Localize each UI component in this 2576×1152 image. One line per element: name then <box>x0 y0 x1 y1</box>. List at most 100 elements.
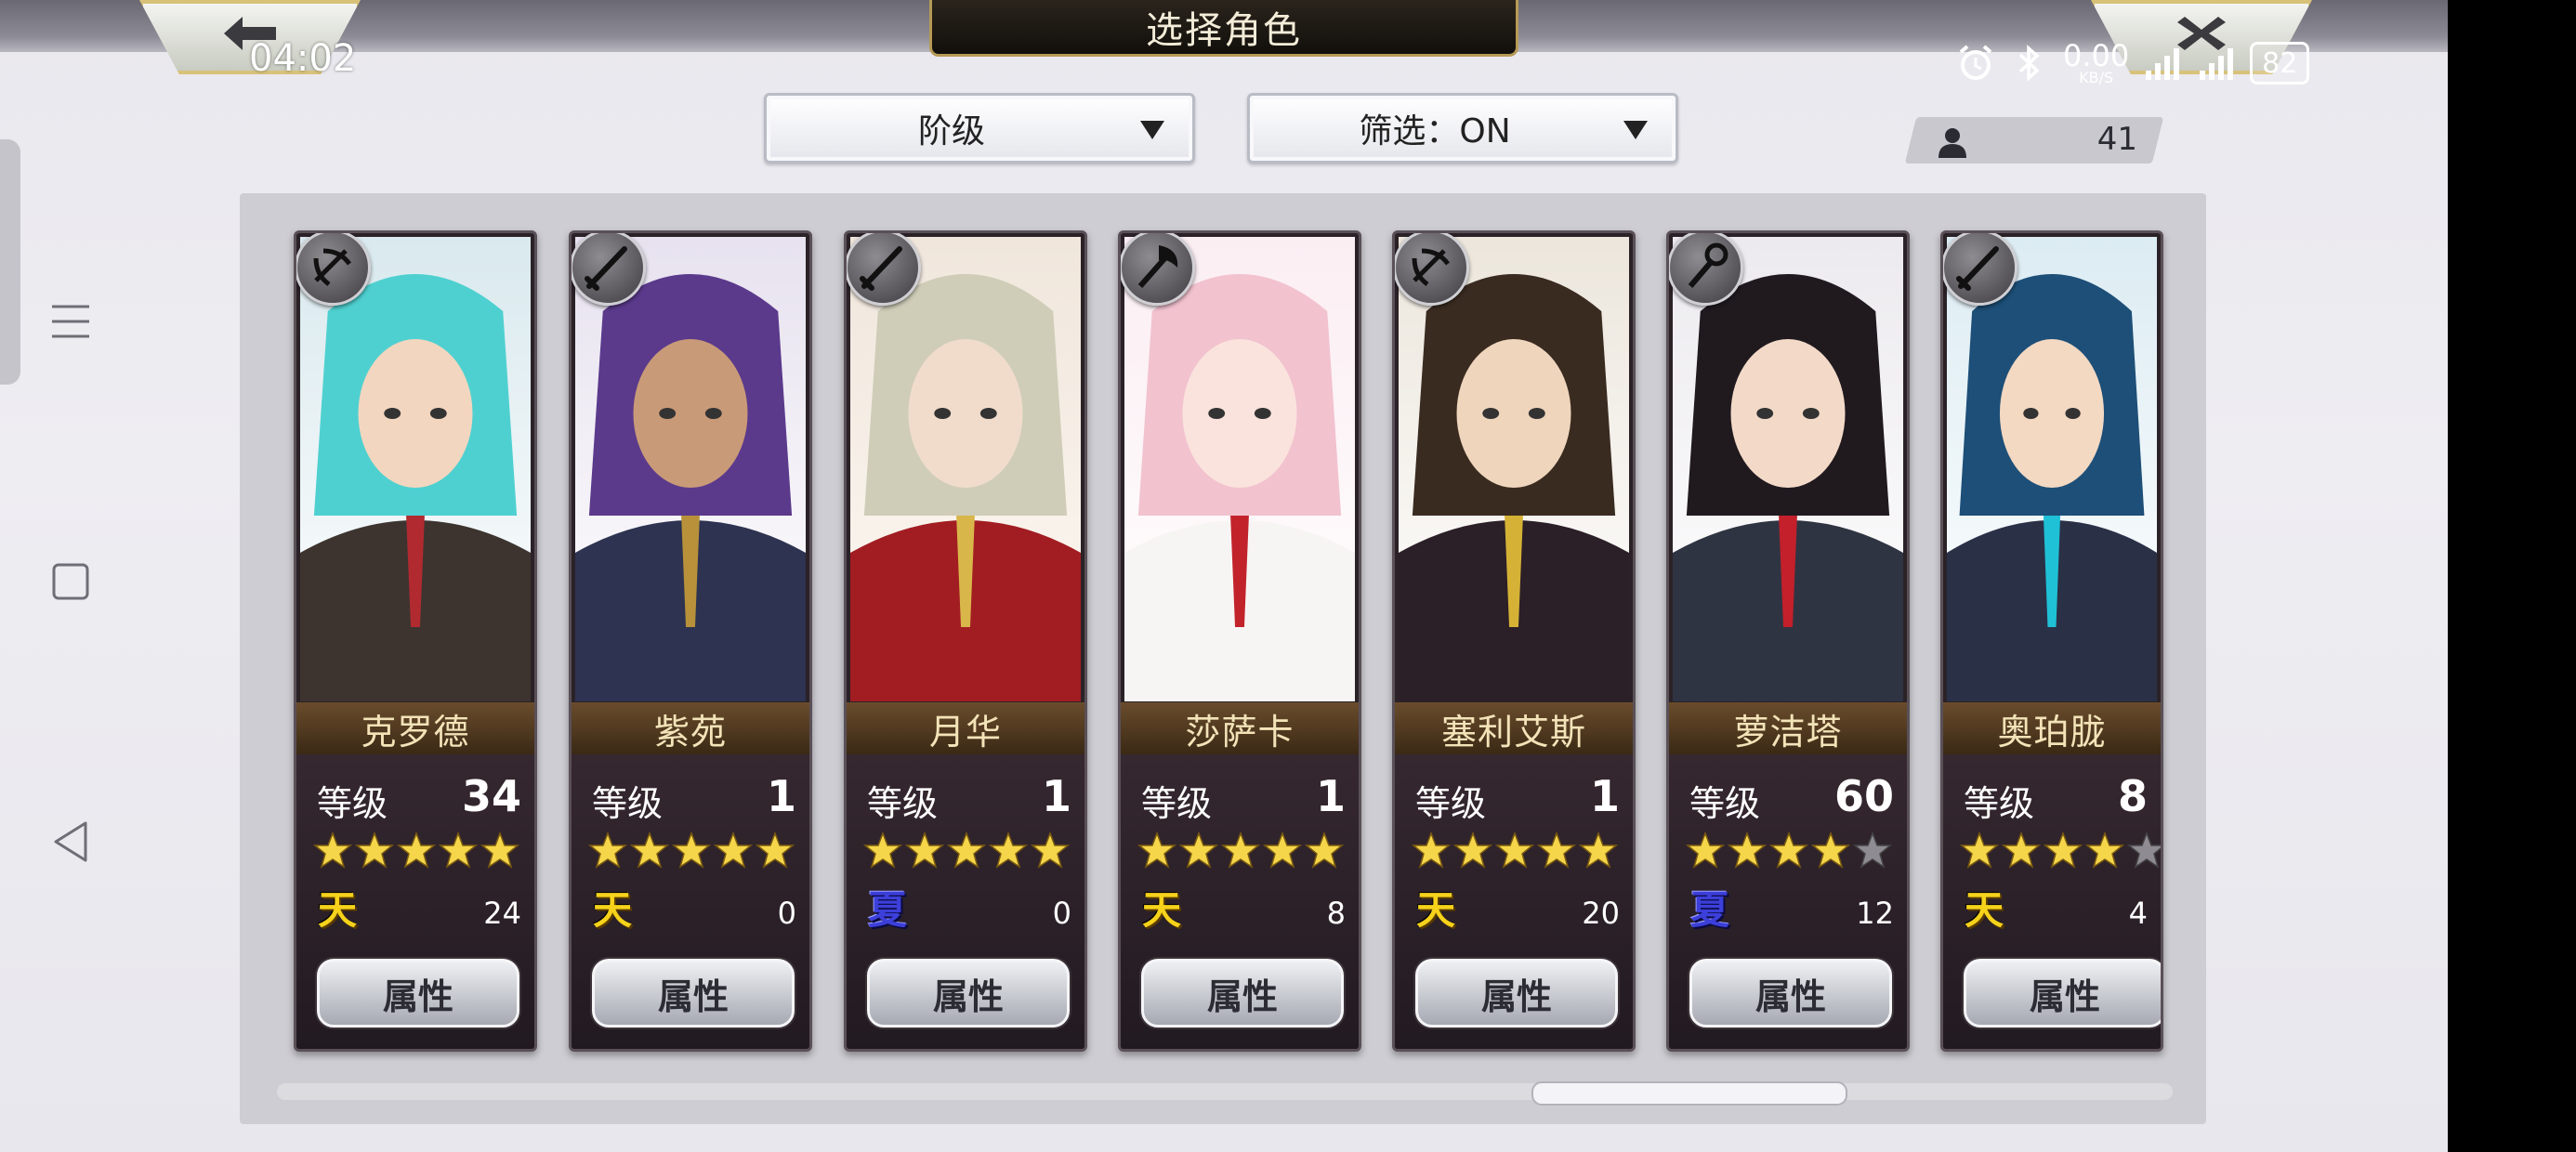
character-card[interactable]: 莎萨卡 等级 1 天 8 属性 <box>1118 230 1361 1052</box>
attributes-button[interactable]: 属性 <box>317 959 519 1028</box>
page-title: 选择角色 <box>929 0 1518 57</box>
star-icon <box>439 831 478 869</box>
attributes-button[interactable]: 属性 <box>1689 959 1892 1028</box>
weapon-type-badge <box>1669 233 1743 306</box>
star-empty-icon <box>1853 831 1892 869</box>
element-value: 0 <box>777 896 796 931</box>
rarity-stars <box>1686 831 1892 870</box>
star-icon <box>1221 831 1260 869</box>
filter-dropdown[interactable]: 筛选：ON <box>1247 93 1678 164</box>
rank-dropdown[interactable]: 阶级 <box>764 93 1195 164</box>
alarm-icon <box>1959 45 1992 80</box>
attributes-button[interactable]: 属性 <box>1415 959 1618 1028</box>
star-icon <box>863 831 902 869</box>
weapon-type-badge <box>296 233 371 306</box>
character-card[interactable]: 萝洁塔 等级 60 夏 12 属性 <box>1666 230 1910 1052</box>
weapon-type-badge <box>572 233 646 306</box>
character-card[interactable]: 克罗德 等级 34 天 24 属性 <box>294 230 537 1052</box>
level-label: 等级 <box>1415 783 1487 824</box>
character-card[interactable]: 月华 等级 1 夏 0 属性 <box>844 230 1087 1052</box>
star-icon <box>1686 831 1725 869</box>
star-icon <box>1495 831 1534 869</box>
bluetooth-icon <box>2018 45 2040 82</box>
katana-icon <box>585 246 627 291</box>
status-icons: 0.00 KB/S 82 <box>1955 37 2310 89</box>
star-icon <box>672 831 711 869</box>
character-stats: 等级 34 天 24 属性 <box>296 754 534 1049</box>
weapon-type-badge <box>847 233 921 306</box>
home-square-icon[interactable] <box>46 557 95 606</box>
character-portrait <box>1124 237 1355 701</box>
element-icon: 天 <box>1141 886 1181 933</box>
weapon-type-badge <box>1395 233 1469 306</box>
level-value: 1 <box>1041 771 1071 821</box>
element-icon: 天 <box>1415 886 1455 933</box>
character-portrait <box>1673 237 1903 701</box>
attributes-button[interactable]: 属性 <box>1964 959 2161 1028</box>
axe-icon <box>1137 245 1178 288</box>
character-stats: 等级 8 天 4 属性 <box>1943 754 2161 1049</box>
weapon-type-badge <box>1121 233 1195 306</box>
character-name: 莎萨卡 <box>1121 702 1359 754</box>
character-stats: 等级 1 夏 0 属性 <box>847 754 1084 1049</box>
level-label: 等级 <box>867 783 939 824</box>
star-icon <box>1811 831 1850 869</box>
element-icon: 夏 <box>1689 886 1729 933</box>
chevron-down-icon <box>1140 121 1164 139</box>
character-name: 奥珀胧 <box>1943 702 2161 754</box>
character-name: 月华 <box>847 702 1084 754</box>
horizontal-scroll-track[interactable] <box>277 1083 2173 1100</box>
character-portrait <box>1399 237 1629 701</box>
star-icon <box>2085 831 2124 869</box>
star-icon <box>947 831 986 869</box>
star-icon <box>1728 831 1767 869</box>
star-icon <box>1453 831 1492 869</box>
element-icon: 天 <box>317 886 357 933</box>
rarity-stars <box>1960 831 2161 870</box>
battery-indicator: 82 <box>2250 42 2310 85</box>
rarity-stars <box>863 831 1070 870</box>
level-value: 60 <box>1833 771 1894 821</box>
rarity-stars <box>313 831 519 870</box>
star-icon <box>480 831 519 869</box>
element-value: 12 <box>1856 896 1894 931</box>
level-label: 等级 <box>1141 783 1213 824</box>
katana-icon <box>1956 246 1999 291</box>
star-icon <box>1769 831 1808 869</box>
level-value: 1 <box>1589 771 1620 821</box>
crossbow-icon <box>1412 248 1451 287</box>
menu-icon[interactable] <box>46 297 95 346</box>
star-icon <box>714 831 753 869</box>
star-icon <box>1263 831 1302 869</box>
rarity-stars <box>1412 831 1618 870</box>
element-value: 24 <box>483 896 521 931</box>
star-icon <box>1537 831 1576 869</box>
rarity-stars <box>1137 831 1344 870</box>
element-value: 8 <box>1326 896 1346 931</box>
attributes-button[interactable]: 属性 <box>867 959 1070 1028</box>
attributes-button[interactable]: 属性 <box>592 959 795 1028</box>
star-icon <box>905 831 944 869</box>
chevron-down-icon <box>1623 121 1648 139</box>
star-icon <box>2044 831 2083 869</box>
horizontal-scroll-thumb[interactable] <box>1531 1081 1847 1106</box>
character-card[interactable]: 紫苑 等级 1 天 0 属性 <box>569 230 812 1052</box>
attributes-button[interactable]: 属性 <box>1141 959 1344 1028</box>
character-name: 克罗德 <box>296 702 534 754</box>
character-card[interactable]: 塞利艾斯 等级 1 天 20 属性 <box>1392 230 1636 1052</box>
level-label: 等级 <box>592 783 664 824</box>
filter-dropdown-label: 筛选：ON <box>1359 112 1511 151</box>
element-icon: 夏 <box>867 886 907 933</box>
signal-icon <box>2146 48 2180 80</box>
star-icon <box>1412 831 1451 869</box>
star-icon <box>1305 831 1344 869</box>
character-card[interactable]: 奥珀胧 等级 8 天 4 属性 <box>1940 230 2163 1052</box>
element-icon: 天 <box>1964 886 2004 933</box>
star-icon <box>2002 831 2041 869</box>
nav-back-icon[interactable] <box>46 818 95 866</box>
character-stats: 等级 1 天 8 属性 <box>1121 754 1359 1049</box>
side-handle[interactable] <box>0 139 20 385</box>
character-name: 紫苑 <box>572 702 809 754</box>
level-value: 34 <box>461 771 521 821</box>
crossbow-icon <box>313 248 352 287</box>
